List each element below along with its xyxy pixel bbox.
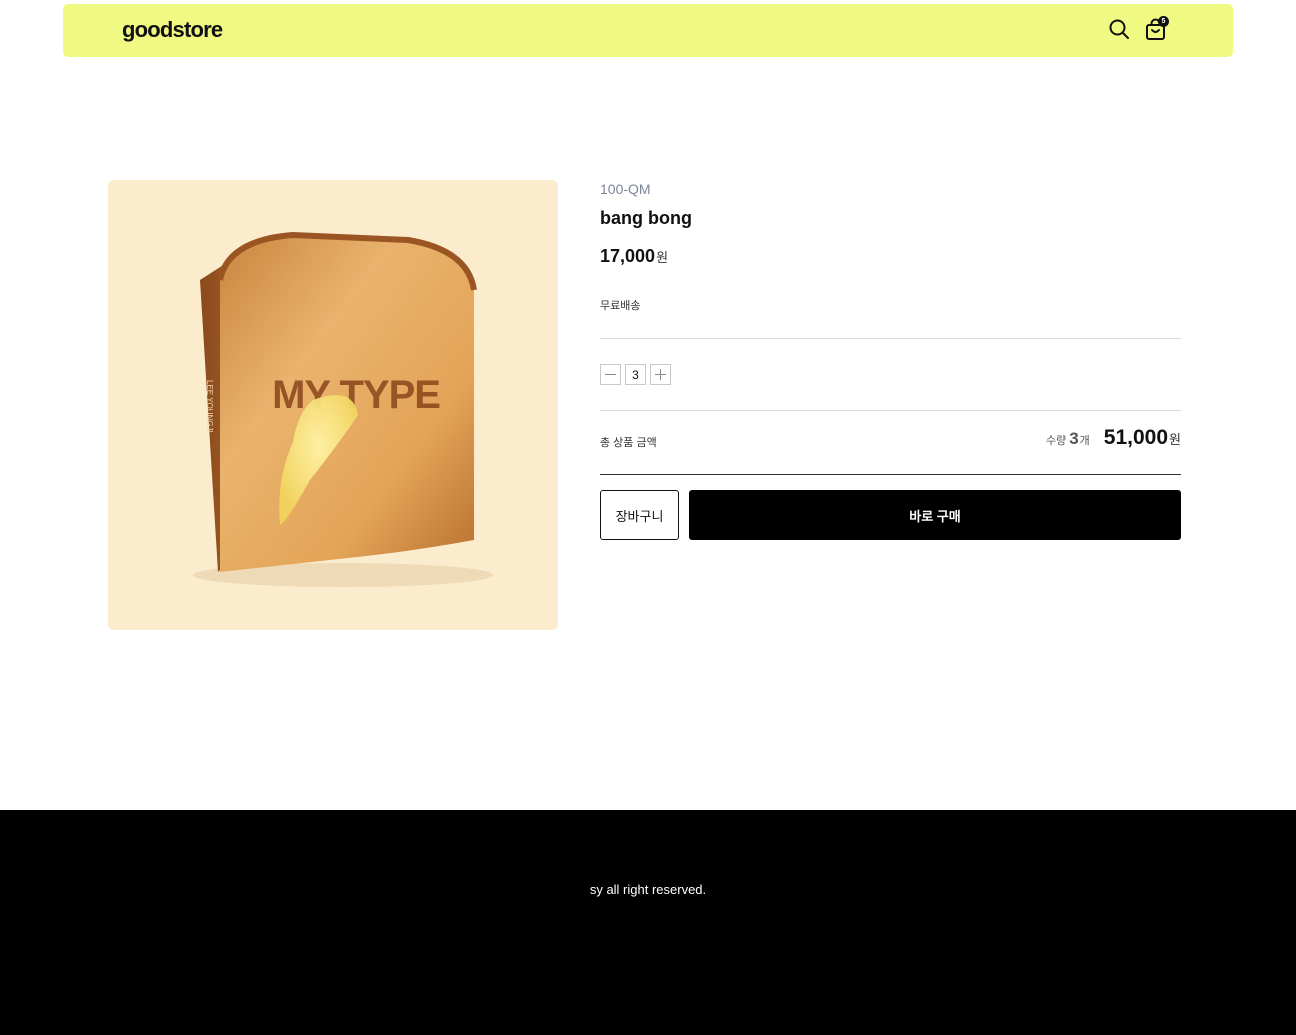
total-price-unit: 원 (1169, 432, 1181, 447)
quantity-input[interactable] (625, 364, 646, 385)
product-price: 17,000원 (600, 246, 668, 267)
total-qty-value: 3 (1069, 429, 1079, 448)
search-icon (1109, 19, 1129, 39)
minus-icon (605, 374, 616, 375)
buy-now-button[interactable]: 바로 구매 (689, 490, 1181, 540)
total-label: 총 상품 금액 (600, 437, 657, 449)
site-header: goodstore 5 (63, 4, 1233, 57)
total-summary: 수량 3 개 51,000 원 (1046, 426, 1181, 450)
increase-quantity-button[interactable] (650, 364, 671, 385)
search-button[interactable] (1108, 18, 1130, 40)
product-image: MY TYPE LEE YOUNGJI (108, 180, 558, 630)
logo[interactable]: goodstore (122, 18, 223, 42)
divider (600, 410, 1181, 411)
price-unit: 원 (656, 250, 669, 265)
album-spine-text: LEE YOUNGJI (205, 380, 214, 433)
total-price: 51,000 (1103, 426, 1169, 449)
decrease-quantity-button[interactable] (600, 364, 621, 385)
site-footer: sy all right reserved. (0, 810, 1296, 1035)
shipping-info: 무료배송 (600, 300, 641, 312)
cart-button[interactable]: 5 (1145, 16, 1169, 41)
total-qty-label: 수량 (1045, 435, 1067, 447)
product-code: 100-QM (600, 181, 651, 197)
price-value: 17,000 (600, 246, 656, 266)
copyright-text: sy all right reserved. (589, 882, 707, 897)
total-qty-unit: 개 (1079, 435, 1090, 447)
album-cover-illustration: MY TYPE LEE YOUNGJI (193, 231, 493, 587)
divider (600, 338, 1181, 339)
divider (600, 474, 1181, 475)
add-to-cart-button[interactable]: 장바구니 (600, 490, 679, 540)
product-name: bang bong (600, 208, 692, 228)
cart-count-badge: 5 (1158, 16, 1169, 27)
quantity-stepper (600, 364, 671, 385)
